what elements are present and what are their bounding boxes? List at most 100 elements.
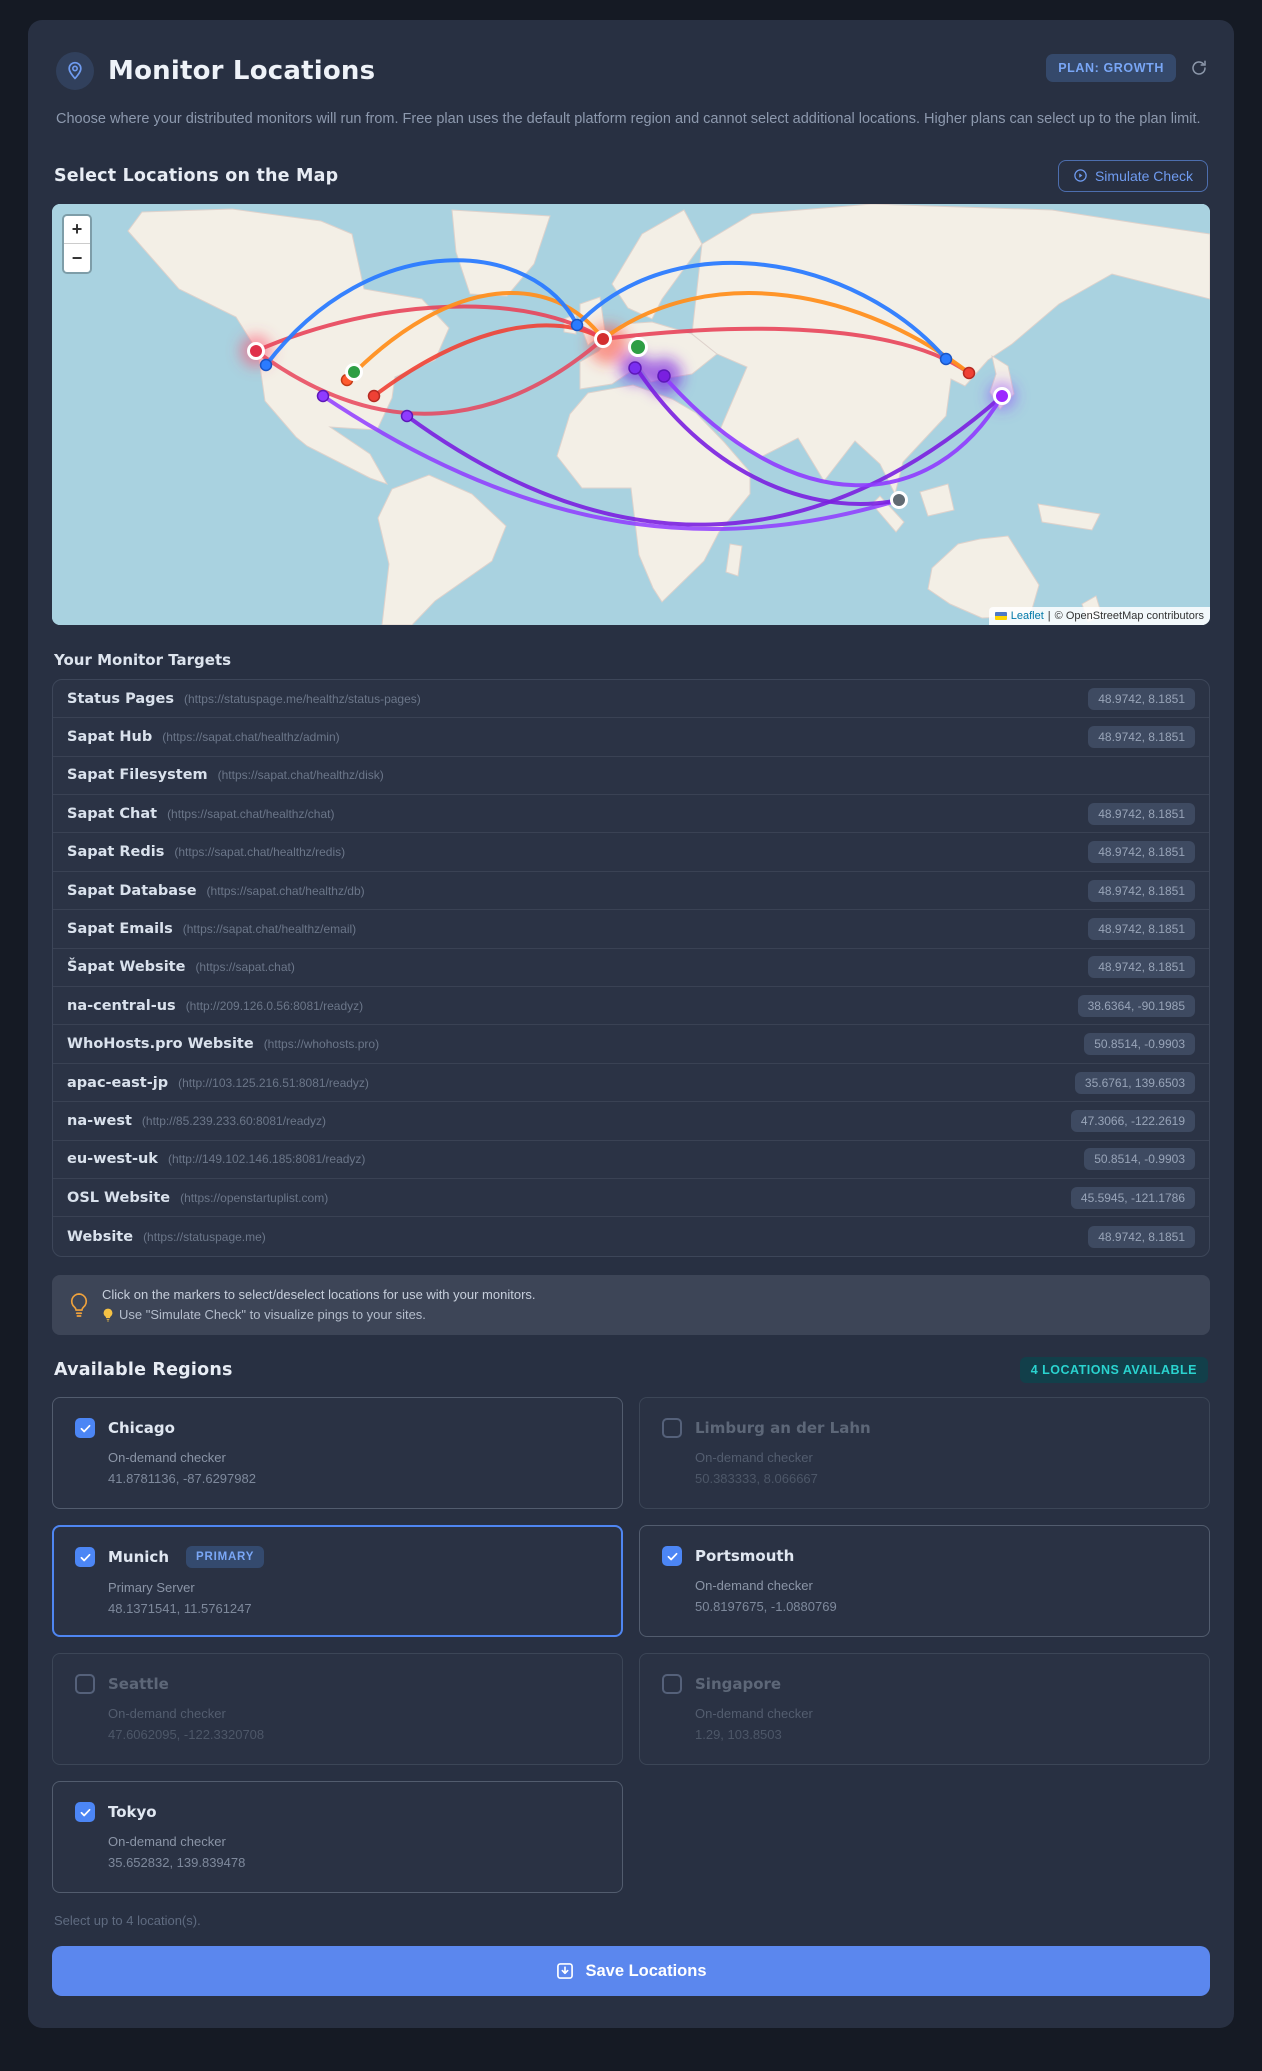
target-name: Sapat Chat [67,805,158,822]
region-card-portsmouth[interactable]: Portsmouth On-demand checker 50.8197675,… [639,1525,1210,1638]
target-coords-badge: 35.6761, 139.6503 [1074,1071,1195,1094]
region-coords: 35.652832, 139.839478 [108,1855,246,1871]
locations-available-badge: 4 LOCATIONS AVAILABLE [1019,1357,1208,1384]
checkbox-checked[interactable] [75,1802,95,1823]
target-coords-badge: 50.8514, -0.9903 [1084,1148,1195,1171]
target-row: OSL Website (https://openstartuplist.com)… [53,1179,1209,1218]
target-row: Sapat Database (https://sapat.chat/health… [53,872,1209,911]
region-coords: 47.6062095, -122.3320708 [108,1727,265,1743]
target-row: apac-east-jp (http://103.125.216.51:8081/… [53,1064,1209,1103]
region-card-limburg[interactable]: Limburg an der Lahn On-demand checker 50… [639,1397,1210,1510]
tip-line-1: Click on the markers to select/deselect … [102,1286,536,1302]
target-row: Website (https://statuspage.me) 48.9742, 8… [53,1217,1209,1255]
lightbulb-icon [70,1293,88,1317]
target-coords-badge: 47.3066, -122.2619 [1070,1109,1195,1132]
region-desc: On-demand checker [108,1706,226,1722]
target-name: apac-east-jp [67,1074,169,1091]
region-name: Portsmouth [695,1547,795,1566]
region-coords: 50.383333, 8.066667 [695,1471,818,1487]
region-name: Tokyo [108,1803,157,1822]
region-coords: 41.8781136, -87.6297982 [108,1471,256,1487]
checkbox-checked[interactable] [75,1547,95,1568]
header: Monitor Locations PLAN: GROWTH [52,44,1210,94]
map-canvas [52,203,1210,625]
target-row: na-central-us (http://209.126.0.56:8081/r… [53,987,1209,1026]
region-desc: Primary Server [108,1580,195,1596]
target-coords-badge: 45.5945, -121.1786 [1070,1186,1195,1209]
target-coords-badge: 50.8514, -0.9903 [1084,1033,1195,1056]
region-cards: Chicago On-demand checker 41.8781136, -8… [52,1397,1210,1894]
checkbox-unchecked[interactable] [662,1674,682,1695]
target-url: (https://sapat.chat/healthz/email) [182,921,357,936]
region-name: Singapore [695,1675,782,1694]
region-desc: On-demand checker [695,1578,813,1594]
monitor-targets-list: Status Pages (https://statuspage.me/healt… [52,678,1210,1257]
target-url: (https://sapat.chat/healthz/admin) [162,730,340,744]
map-marker [939,352,953,366]
region-name: Chicago [108,1419,175,1438]
region-card-singapore[interactable]: Singapore On-demand checker 1.29, 103.85… [639,1653,1210,1766]
region-card-munich[interactable]: Munich PRIMARY Primary Server 48.1371541… [52,1525,623,1638]
tip-box: Click on the markers to select/deselect … [52,1274,1210,1336]
map-marker-selected [594,329,612,348]
checkbox-checked[interactable] [75,1418,95,1439]
target-url: (http://209.126.0.56:8081/readyz) [185,998,364,1013]
leaflet-link[interactable]: Leaflet [1011,610,1044,622]
region-name: Limburg an der Lahn [695,1419,871,1438]
target-url: (http://103.125.216.51:8081/readyz) [178,1075,369,1090]
checkbox-unchecked[interactable] [75,1674,95,1695]
target-row: Sapat Emails (https://sapat.chat/healthz/… [53,910,1209,949]
target-name: Šapat Website [67,959,186,976]
region-desc: On-demand checker [695,1706,813,1722]
page-description: Choose where your distributed monitors w… [56,111,1201,127]
plan-badge: PLAN: GROWTH [1046,54,1176,82]
target-name: Sapat Database [67,882,197,899]
target-url: (https://sapat.chat/healthz/db) [206,883,365,898]
refresh-icon[interactable] [1190,59,1208,77]
primary-badge: PRIMARY [186,1546,265,1569]
zoom-in-button[interactable]: + [64,215,90,244]
target-row: Status Pages (https://statuspage.me/healt… [53,680,1209,719]
target-url: (https://sapat.chat/healthz/disk) [217,768,384,783]
target-name: Sapat Redis [67,844,165,861]
map-marker-selected [247,341,265,360]
map-marker-selected [345,362,363,381]
target-name: OSL Website [67,1189,171,1206]
target-url: (https://sapat.chat/healthz/redis) [174,845,346,860]
target-name: WhoHosts.pro Website [67,1036,254,1053]
target-row: Sapat Filesystem (https://sapat.chat/heal… [53,757,1209,796]
world-map[interactable]: + − Leaflet | © OpenStreetMap contributo… [52,203,1210,625]
target-url: (http://149.102.146.185:8081/readyz) [167,1152,366,1167]
map-marker [628,361,642,375]
region-card-chicago[interactable]: Chicago On-demand checker 41.8781136, -8… [52,1397,623,1510]
map-marker [962,366,976,380]
map-marker-selected [993,386,1011,405]
targets-heading: Your Monitor Targets [54,650,232,669]
map-zoom-control: + − [62,213,92,274]
map-section-heading: Select Locations on the Map [54,165,339,186]
map-marker [316,389,330,403]
target-coords-badge: 48.9742, 8.1851 [1088,802,1195,825]
checkbox-unchecked[interactable] [662,1418,682,1439]
target-row: WhoHosts.pro Website (https://whohosts.pr… [53,1025,1209,1064]
region-name: Munich [108,1548,169,1567]
monitor-locations-panel: Monitor Locations PLAN: GROWTH Choose wh… [28,20,1234,2029]
target-name: Status Pages [67,690,174,707]
zoom-out-button[interactable]: − [64,243,90,272]
region-card-tokyo[interactable]: Tokyo On-demand checker 35.652832, 139.8… [52,1781,623,1894]
target-coords-badge: 48.9742, 8.1851 [1088,956,1195,979]
selection-limit-note: Select up to 4 location(s). [54,1913,201,1929]
map-marker [400,409,414,423]
target-row: Sapat Redis (https://sapat.chat/healthz/r… [53,833,1209,872]
checkbox-checked[interactable] [662,1546,682,1567]
simulate-check-button[interactable]: Simulate Check [1057,159,1208,192]
region-card-seattle[interactable]: Seattle On-demand checker 47.6062095, -1… [52,1653,623,1766]
target-coords-badge: 48.9742, 8.1851 [1088,1225,1195,1248]
save-icon [557,1963,574,1979]
map-attribution: Leaflet | © OpenStreetMap contributors [988,606,1210,625]
target-coords-badge: 48.9742, 8.1851 [1088,687,1195,710]
save-locations-button[interactable]: Save Locations [52,1946,1210,1997]
map-marker-unselected [890,490,908,509]
target-name: Sapat Hub [67,729,153,745]
region-desc: On-demand checker [695,1450,813,1466]
